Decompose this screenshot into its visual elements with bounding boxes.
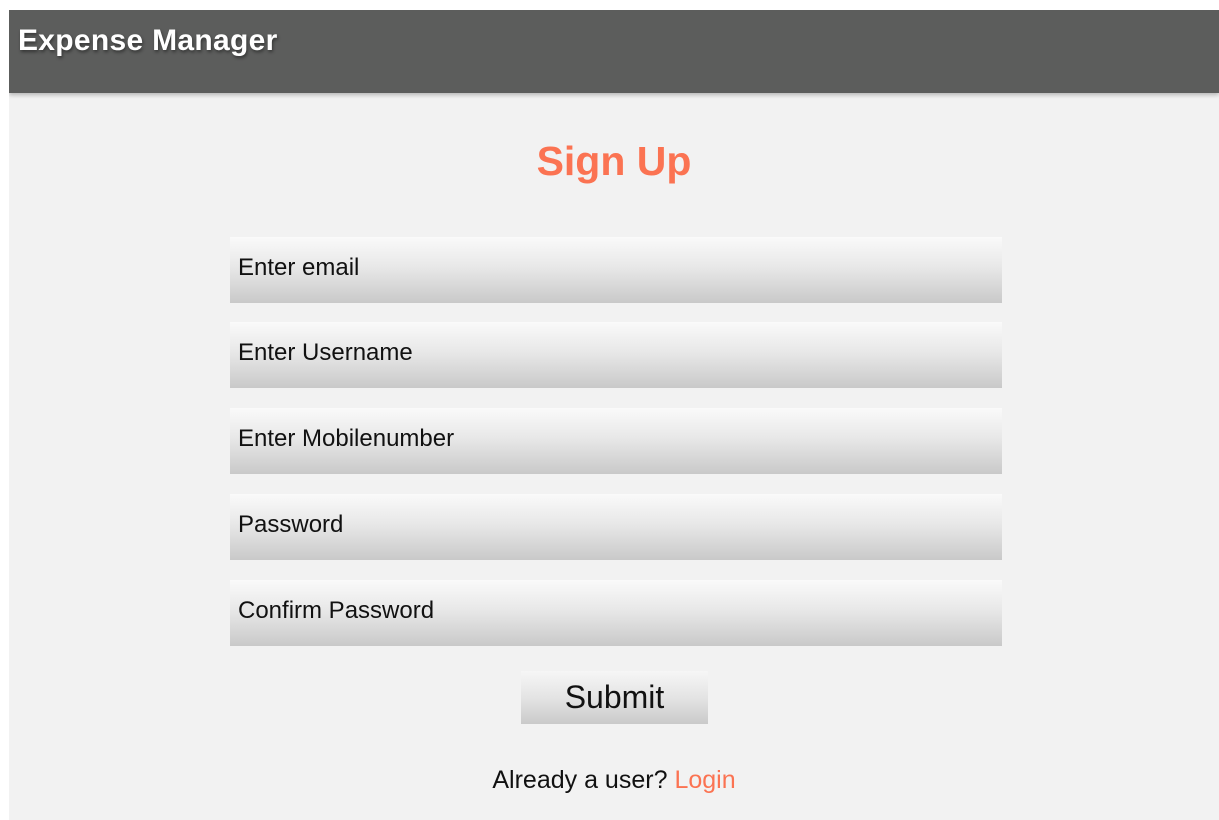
app-bar: Expense Manager <box>9 10 1219 93</box>
signup-screen: Expense Manager Sign Up Submit Already a… <box>9 10 1219 820</box>
email-field[interactable] <box>230 237 1002 303</box>
username-field[interactable] <box>230 322 1002 388</box>
page-title: Sign Up <box>536 138 692 184</box>
confirm-password-field[interactable] <box>230 580 1002 646</box>
mobile-number-field[interactable] <box>230 408 1002 474</box>
app-title: Expense Manager <box>18 24 278 57</box>
password-field[interactable] <box>230 494 1002 560</box>
submit-button[interactable]: Submit <box>521 671 708 724</box>
already-user-text: Already a user? <box>492 766 668 794</box>
login-link[interactable]: Login <box>674 766 735 794</box>
login-prompt: Already a user? Login <box>9 766 1219 795</box>
